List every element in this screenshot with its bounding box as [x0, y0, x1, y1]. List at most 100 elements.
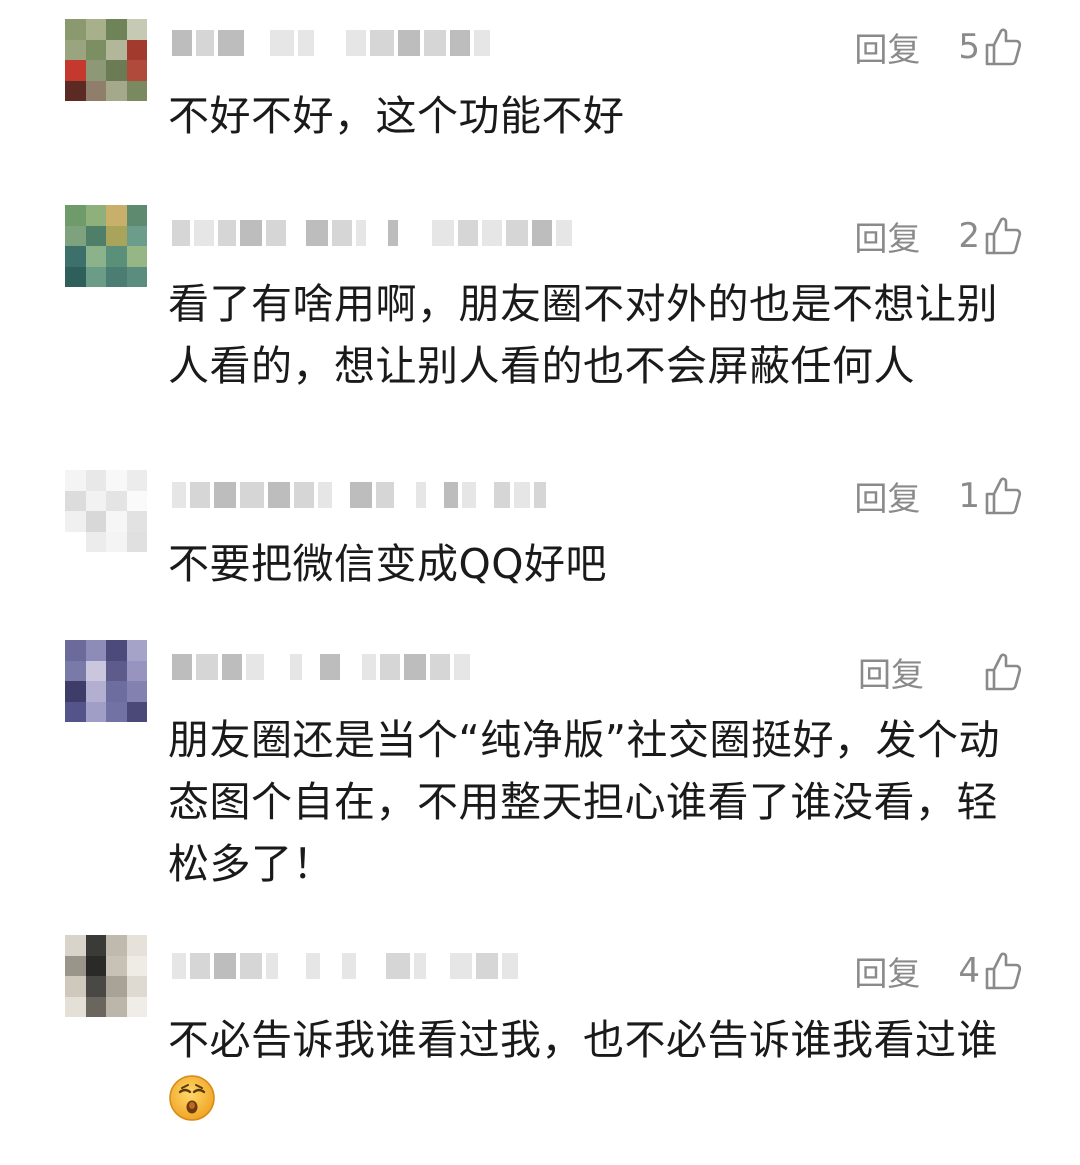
avatar-pixel: [126, 39, 147, 61]
avatar-pixel: [85, 225, 107, 247]
avatar-pixel: [65, 660, 86, 682]
avatar[interactable]: [65, 935, 147, 1017]
thumbs-up-icon: [985, 217, 1022, 255]
avatar-pixel: [65, 701, 86, 722]
avatar-pixel: [65, 976, 86, 997]
avatar-pixel: [85, 490, 107, 512]
avatar-pixel: [85, 39, 107, 61]
avatar-pixel: [65, 60, 86, 81]
avatar-pixel: [85, 976, 107, 997]
like-count: 2: [958, 216, 980, 256]
avatar-pixel: [85, 955, 107, 977]
avatar-pixel: [65, 225, 86, 247]
avatar[interactable]: [65, 205, 147, 287]
avatar-pixel: [126, 205, 147, 226]
avatar-pixel: [126, 19, 147, 40]
like-count: 5: [958, 27, 980, 67]
avatar-pixel: [65, 39, 86, 61]
avatar-pixel: [85, 470, 107, 491]
comment-text: 不必告诉我谁看过我，也不必告诉谁我看过谁: [168, 1009, 1018, 1133]
avatar-pixel: [106, 266, 127, 287]
avatar-pixel: [106, 701, 127, 722]
avatar-pixel: [126, 490, 147, 512]
avatar-pixel: [126, 976, 147, 997]
avatar[interactable]: [65, 640, 147, 722]
comment-text: 朋友圈还是当个“纯净版”社交圈挺好，发个动态图个自在，不用整天担心谁看了谁没看，…: [168, 716, 1000, 888]
avatar-pixel: [106, 225, 127, 247]
avatar-pixel: [106, 60, 127, 81]
comment-actions: 回复 1: [854, 471, 1022, 521]
username-pixelated[interactable]: [172, 478, 546, 512]
comment-actions: 回复 4: [854, 946, 1022, 996]
avatar-pixel: [65, 640, 86, 661]
avatar-pixel: [85, 660, 107, 682]
comment-actions: 回复 2: [854, 211, 1022, 261]
avatar-pixel: [106, 640, 127, 661]
like-button[interactable]: 1: [958, 476, 1022, 516]
avatar[interactable]: [65, 470, 147, 552]
avatar-pixel: [85, 60, 107, 81]
avatar-pixel: [65, 955, 86, 977]
avatar-pixel: [126, 80, 147, 101]
avatar-pixel: [85, 531, 107, 552]
avatar-pixel: [65, 266, 86, 287]
thumbs-up-icon: [985, 653, 1022, 691]
avatar-pixel: [106, 39, 127, 61]
username-pixelated[interactable]: [172, 949, 518, 983]
avatar-pixel: [65, 531, 86, 552]
reply-button[interactable]: 回复: [854, 212, 920, 260]
avatar-pixel: [85, 80, 107, 101]
avatar-pixel: [126, 681, 147, 702]
username-pixelated[interactable]: [172, 650, 470, 684]
avatar-pixel: [65, 935, 86, 956]
avatar-pixel: [85, 266, 107, 287]
avatar[interactable]: [65, 19, 147, 101]
avatar-pixel: [106, 660, 127, 682]
username-pixelated[interactable]: [172, 26, 490, 60]
avatar-pixel: [126, 246, 147, 267]
avatar-pixel: [85, 19, 107, 40]
avatar-pixel: [106, 490, 127, 512]
avatar-pixel: [65, 80, 86, 101]
thumbs-up-icon: [985, 28, 1022, 66]
reply-button[interactable]: 回复: [858, 648, 924, 696]
reply-button[interactable]: 回复: [854, 472, 920, 520]
avatar-pixel: [106, 955, 127, 977]
avatar-pixel: [106, 996, 127, 1017]
reply-button[interactable]: 回复: [854, 23, 920, 71]
avatar-pixel: [106, 935, 127, 956]
avatar-pixel: [106, 205, 127, 226]
avatar-pixel: [85, 935, 107, 956]
avatar-pixel: [85, 701, 107, 722]
avatar-pixel: [106, 246, 127, 267]
avatar-pixel: [126, 935, 147, 956]
avatar-pixel: [85, 681, 107, 702]
avatar-pixel: [126, 225, 147, 247]
like-button[interactable]: 4: [958, 951, 1022, 991]
username-pixelated[interactable]: [172, 216, 572, 250]
avatar-pixel: [65, 681, 86, 702]
avatar-pixel: [126, 266, 147, 287]
avatar-pixel: [126, 955, 147, 977]
avatar-pixel: [85, 205, 107, 226]
reply-button[interactable]: 回复: [854, 947, 920, 995]
like-count: 4: [958, 951, 980, 991]
avatar-pixel: [126, 996, 147, 1017]
avatar-pixel: [65, 246, 86, 267]
like-button[interactable]: 2: [958, 216, 1022, 256]
avatar-pixel: [85, 640, 107, 661]
shushing-face-emoji-icon: [169, 1075, 215, 1121]
avatar-pixel: [106, 470, 127, 491]
avatar-pixel: [126, 511, 147, 532]
like-button[interactable]: [962, 652, 1022, 692]
avatar-pixel: [106, 80, 127, 101]
like-button[interactable]: 5: [958, 27, 1022, 67]
avatar-pixel: [126, 640, 147, 661]
avatar-pixel: [85, 511, 107, 532]
thumbs-up-icon: [985, 477, 1022, 515]
avatar-pixel: [106, 681, 127, 702]
avatar-pixel: [65, 205, 86, 226]
avatar-pixel: [65, 996, 86, 1017]
avatar-pixel: [65, 470, 86, 491]
avatar-pixel: [65, 490, 86, 512]
